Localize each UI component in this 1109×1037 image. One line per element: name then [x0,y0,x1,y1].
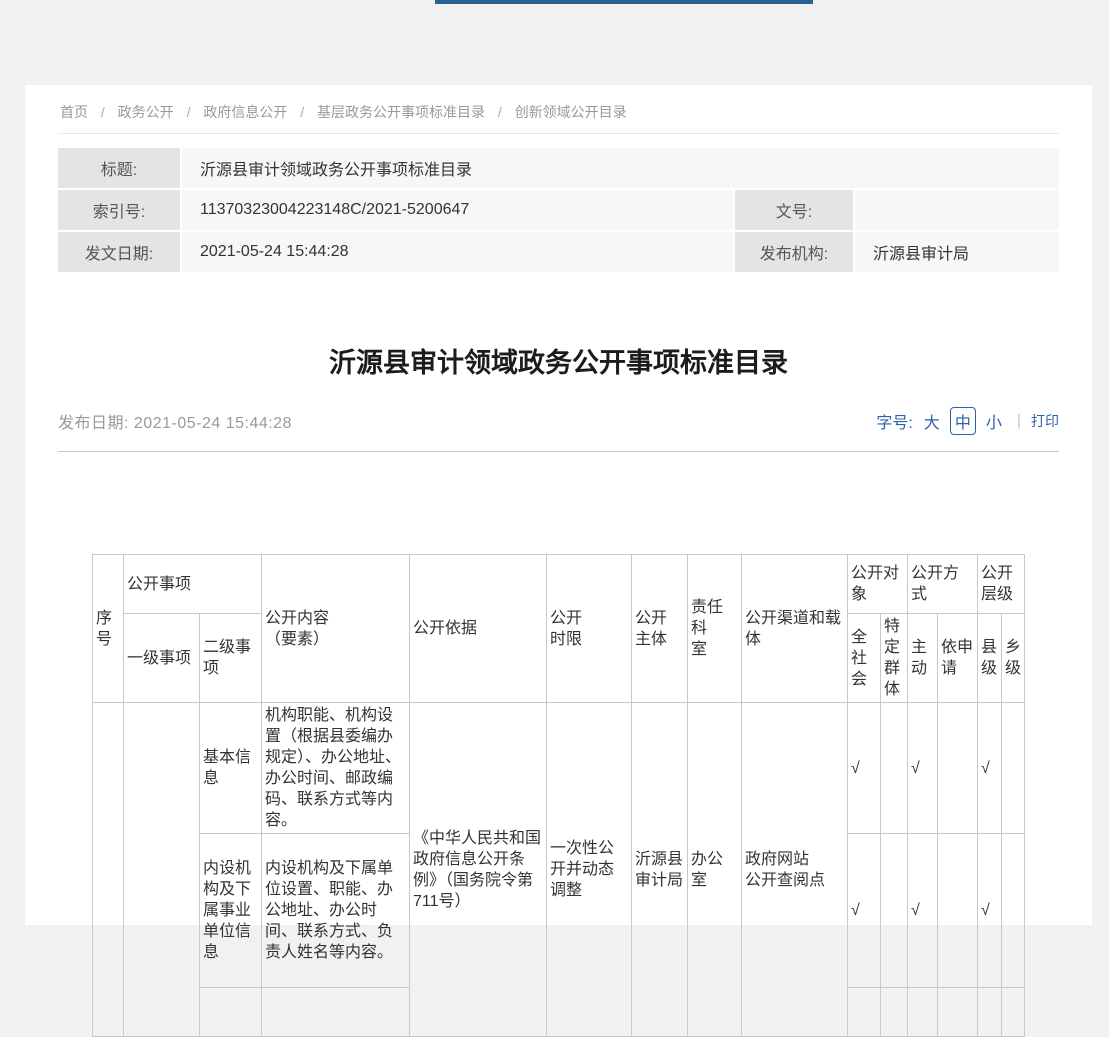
meta-index-label: 索引号: [58,190,180,230]
cell-level1-item [123,703,199,1037]
cell-channels: 政府网站 公开查阅点 [741,703,847,1037]
publish-date-label: 发布日期: [58,415,129,432]
content-card: 首页 / 政务公开 / 政府信息公开 / 基层政务公开事项标准目录 / 创新领域… [25,85,1092,925]
col-header-channels: 公开渠道和载 体 [741,555,847,703]
cell-empty [847,988,880,1037]
col-header-time-limit: 公开 时限 [546,555,631,703]
cell-whole-society-check: √ [847,834,880,988]
breadcrumb-item-standard-catalog[interactable]: 基层政务公开事项标准目录 [317,104,485,120]
cell-content: 内设机构及下属单位设置、职能、办公地址、办公时间、联系方式、负责人姓名等内容。 [261,834,409,988]
col-header-township-level: 乡 级 [1002,614,1025,703]
col-header-whole-society: 全社 会 [847,614,880,703]
cell-level2-item: 基本信息 [199,703,261,834]
cell-on-request-check [938,834,978,988]
cell-township-check [1002,703,1025,834]
col-header-basis: 公开依据 [409,555,546,703]
cell-on-request-check [938,703,978,834]
breadcrumb-item-home[interactable]: 首页 [60,104,88,120]
font-size-label: 字号: [876,409,912,433]
breadcrumb-separator: / [300,104,304,120]
cell-proactive-check: √ [908,703,938,834]
font-size-medium-button[interactable]: 中 [950,407,976,435]
breadcrumb-separator: / [101,104,105,120]
top-navbar-fragment [435,0,813,4]
catalog-table: 序 号 公开事项 公开内容 （要素） 公开依据 公开 时限 公开 主体 责任科 … [92,554,1025,1037]
cell-empty [1002,988,1025,1037]
meta-title-value: 沂源县审计领域政务公开事项标准目录 [182,148,1059,188]
meta-publisher-value: 沂源县审计局 [855,232,1059,272]
cell-content: 机构职能、机构设置（根据县委编办规定）、办公地址、办公时间、邮政编码、联系方式等… [261,703,409,834]
breadcrumb-item-innovation-catalog[interactable]: 创新领域公开目录 [515,104,627,120]
cell-township-check [1002,834,1025,988]
col-header-audience: 公开对 象 [847,555,907,614]
cell-specific-groups-check [880,703,907,834]
cell-empty [978,988,1002,1037]
col-header-content: 公开内容 （要素） [261,555,409,703]
meta-docnum-value [855,190,1059,230]
cell-county-check: √ [978,703,1002,834]
meta-date-value: 2021-05-24 15:44:28 [182,232,733,272]
document-meta-table: 标题: 沂源县审计领域政务公开事项标准目录 索引号: 1137032300422… [58,148,1059,272]
cell-basis: 《中华人民共和国政府信息公开条例》（国务院令第711号） [409,703,546,1037]
cell-empty [880,988,907,1037]
cell-proactive-check: √ [908,834,938,988]
meta-title-label: 标题: [58,148,180,188]
col-header-level1-item: 一级事项 [123,614,199,703]
table-row: 基本信息 机构职能、机构设置（根据县委编办规定）、办公地址、办公时间、邮政编码、… [92,703,1024,834]
cell-subject: 沂源县审计局 [631,703,687,1037]
page-title: 沂源县审计领域政务公开事项标准目录 [58,348,1059,378]
cell-empty [199,988,261,1037]
header-row-1: 序 号 公开事项 公开内容 （要素） 公开依据 公开 时限 公开 主体 责任科 … [92,555,1024,614]
font-size-large-button[interactable]: 大 [924,409,940,433]
publish-date-value: 2021-05-24 15:44:28 [134,415,292,432]
breadcrumb-item-open-gov[interactable]: 政务公开 [118,104,174,120]
col-header-level2-item: 二级事 项 [199,614,261,703]
meta-docnum-label: 文号: [735,190,853,230]
col-header-method: 公开方式 [908,555,978,614]
col-header-proactive: 主 动 [908,614,938,703]
cell-whole-society-check: √ [847,703,880,834]
article-meta-bar: 发布日期: 2021-05-24 15:44:28 字号: 大 中 小 | 打印 [58,407,1059,452]
meta-date-label: 发文日期: [58,232,180,272]
cell-department: 办公室 [687,703,741,1037]
col-header-subject: 公开 主体 [631,555,687,703]
breadcrumb-separator: / [187,104,191,120]
meta-index-value: 11370323004223148C/2021-5200647 [182,190,733,230]
col-header-disclosure-items: 公开事项 [123,555,261,614]
breadcrumb-separator: / [498,104,502,120]
cell-empty [908,988,938,1037]
breadcrumb: 首页 / 政务公开 / 政府信息公开 / 基层政务公开事项标准目录 / 创新领域… [58,85,1059,134]
meta-publisher-label: 发布机构: [735,232,853,272]
font-size-small-button[interactable]: 小 [986,409,1002,433]
publish-date: 发布日期: 2021-05-24 15:44:28 [58,409,292,433]
cell-county-check: √ [978,834,1002,988]
col-header-specific-groups: 特 定 群 体 [880,614,907,703]
cell-level2-item: 内设机构及下属事业单位信息 [199,834,261,988]
cell-empty [261,988,409,1037]
cell-empty [938,988,978,1037]
print-button[interactable]: 打印 [1031,411,1059,431]
col-header-county-level: 县 级 [978,614,1002,703]
cell-serial [92,703,123,1037]
col-header-department: 责任科 室 [687,555,741,703]
cell-time-limit: 一次性公开并动态调整 [546,703,631,1037]
col-header-on-request: 依申 请 [938,614,978,703]
col-header-serial: 序 号 [92,555,123,703]
divider: | [1017,412,1021,430]
font-size-controls: 字号: 大 中 小 | 打印 [876,407,1059,435]
cell-specific-groups-check [880,834,907,988]
col-header-level: 公开 层级 [978,555,1025,614]
breadcrumb-item-gov-info[interactable]: 政府信息公开 [203,104,287,120]
